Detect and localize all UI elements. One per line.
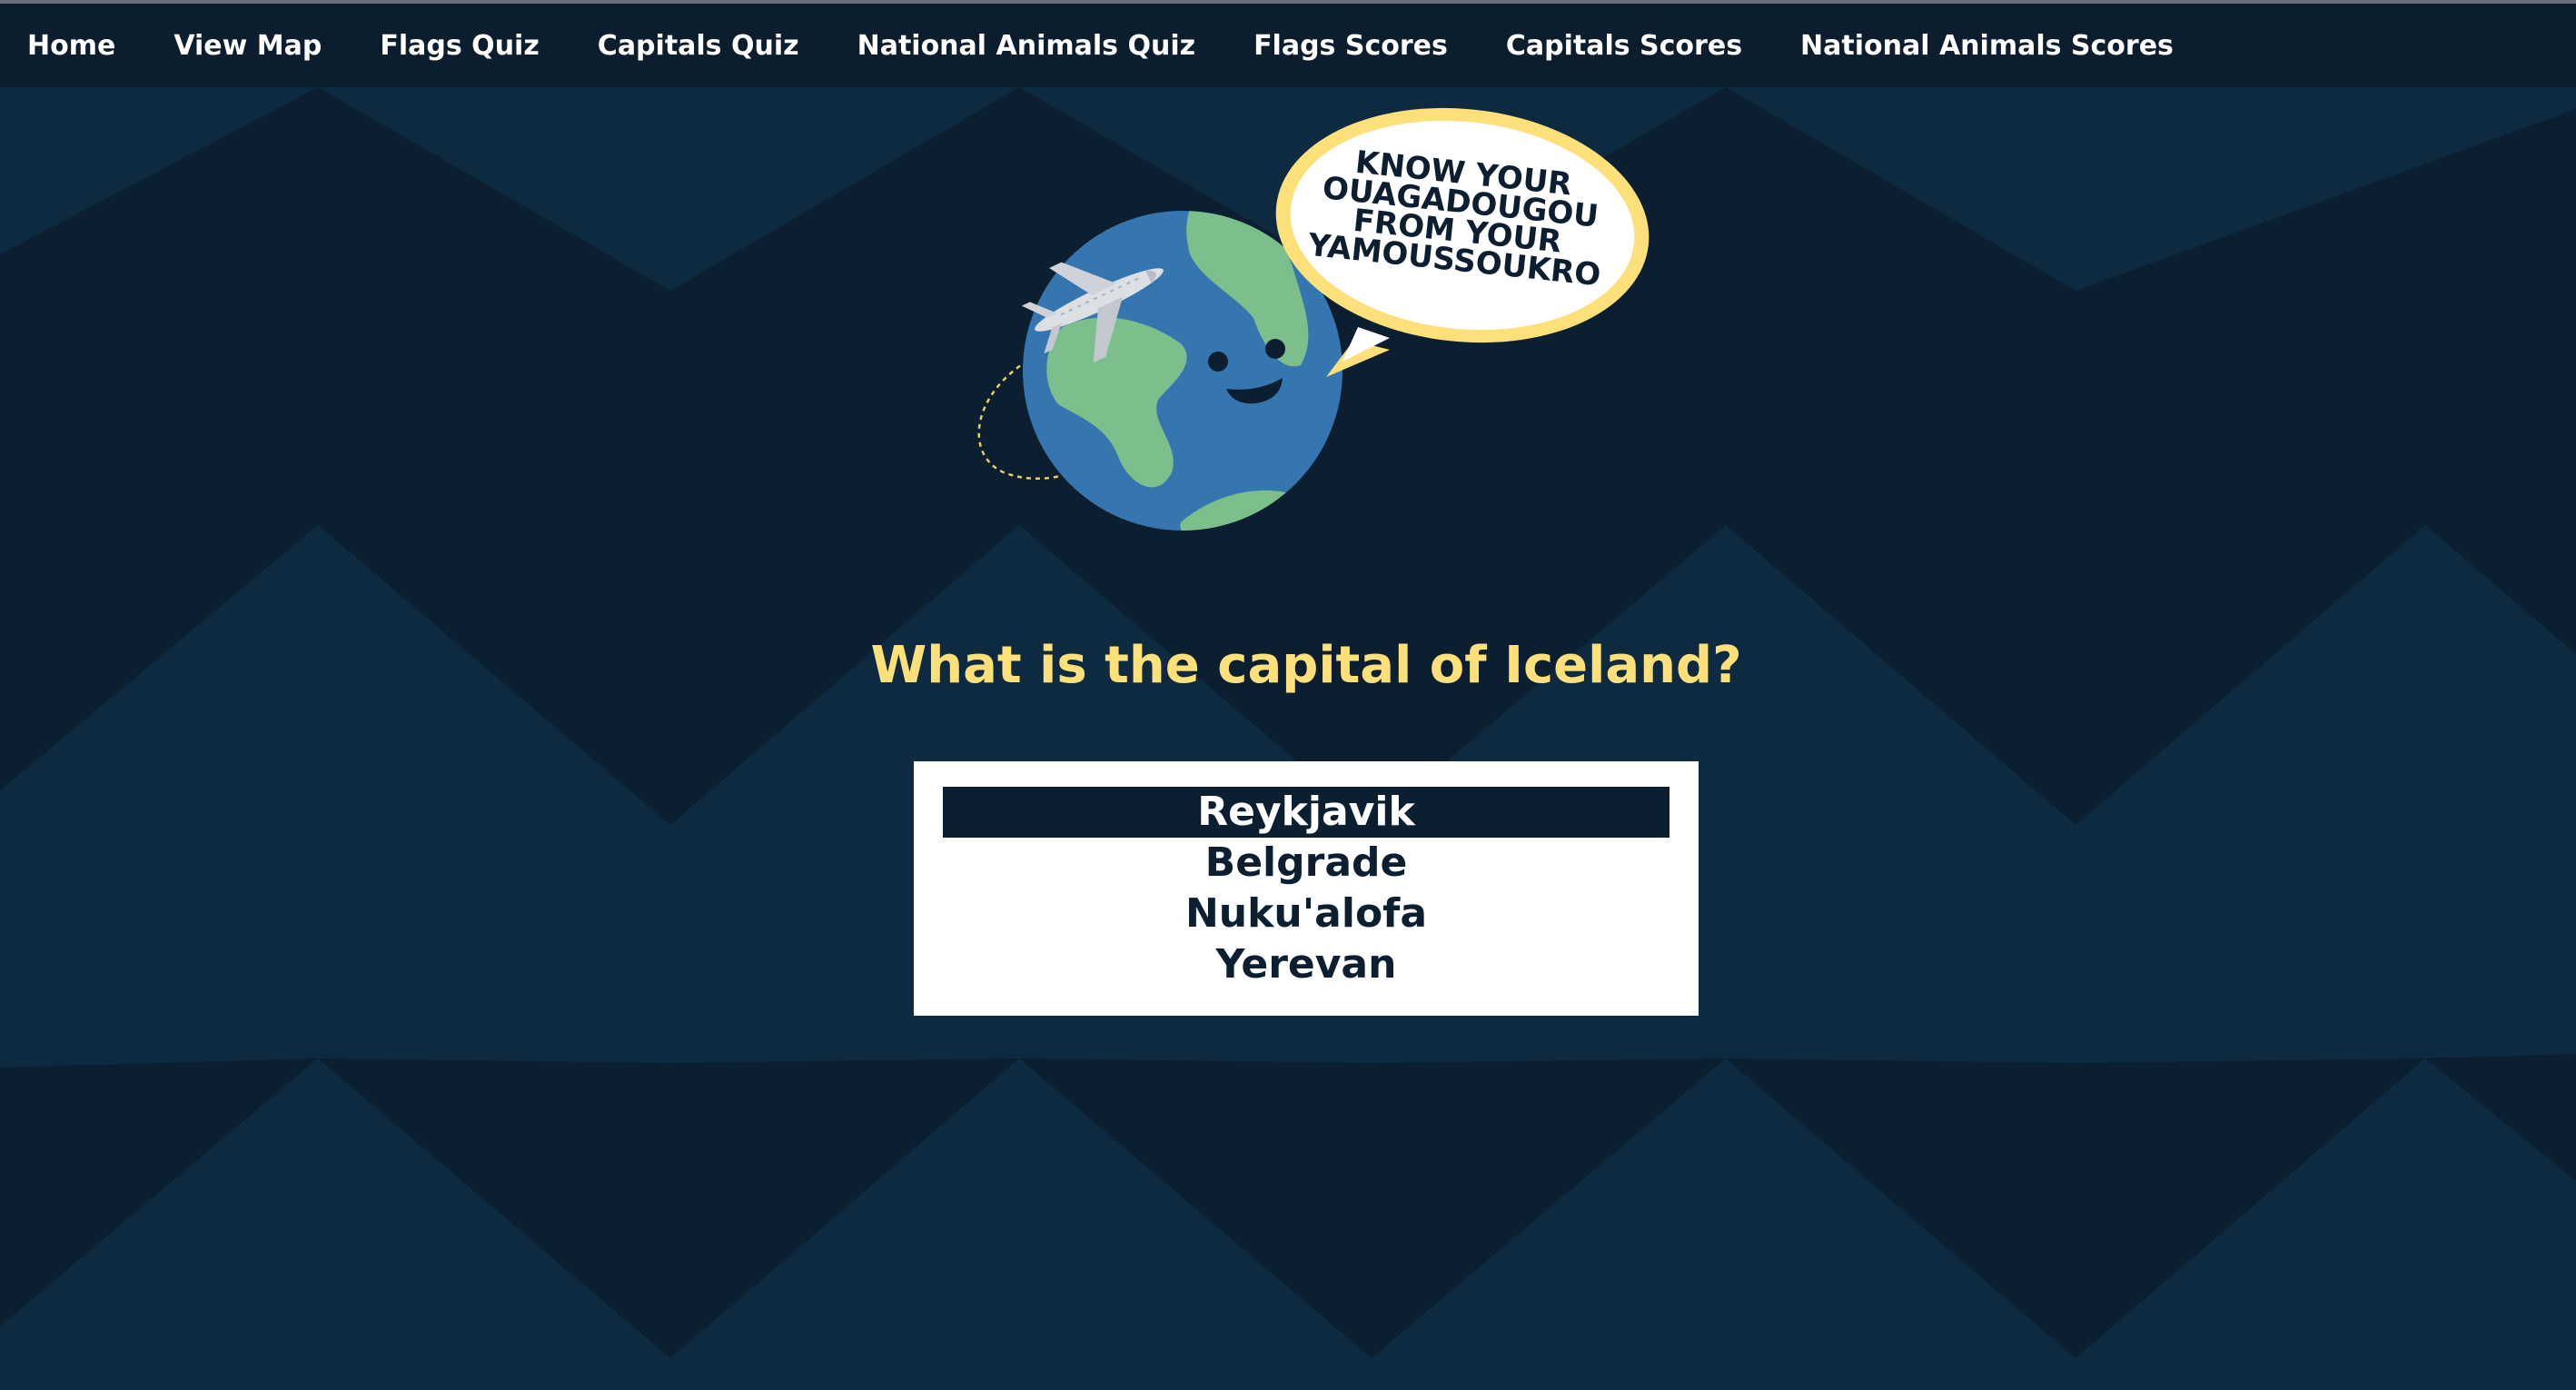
nav-link-flags-quiz[interactable]: Flags Quiz (380, 30, 539, 62)
answer-option[interactable]: Belgrade (943, 838, 1669, 889)
earth-left-eye (1208, 352, 1228, 372)
window-top-border (0, 0, 2576, 4)
question-text: What is the capital of Iceland? (870, 636, 1742, 695)
nav-link-national-animals-scores[interactable]: National Animals Scores (1800, 30, 2174, 62)
nav-link-capitals-scores[interactable]: Capitals Scores (1506, 30, 1742, 62)
answer-select-list[interactable]: Reykjavik Belgrade Nuku'alofa Yerevan (914, 761, 1699, 1016)
nav-link-national-animals-quiz[interactable]: National Animals Quiz (857, 30, 1195, 62)
earth-right-eye (1265, 339, 1285, 359)
answer-option[interactable]: Nuku'alofa (943, 889, 1669, 939)
navbar: Home View Map Flags Quiz Capitals Quiz N… (0, 4, 2576, 87)
nav-link-flags-scores[interactable]: Flags Scores (1253, 30, 1448, 62)
nav-link-view-map[interactable]: View Map (173, 30, 322, 62)
globe-logo: KNOW YOUR OUAGADOUGOU FROM YOUR YAMOUSSO… (977, 107, 1650, 531)
answer-option[interactable]: Yerevan (943, 939, 1669, 990)
nav-link-home[interactable]: Home (27, 30, 115, 62)
nav-link-capitals-quiz[interactable]: Capitals Quiz (598, 30, 799, 62)
answer-option[interactable]: Reykjavik (943, 787, 1669, 838)
